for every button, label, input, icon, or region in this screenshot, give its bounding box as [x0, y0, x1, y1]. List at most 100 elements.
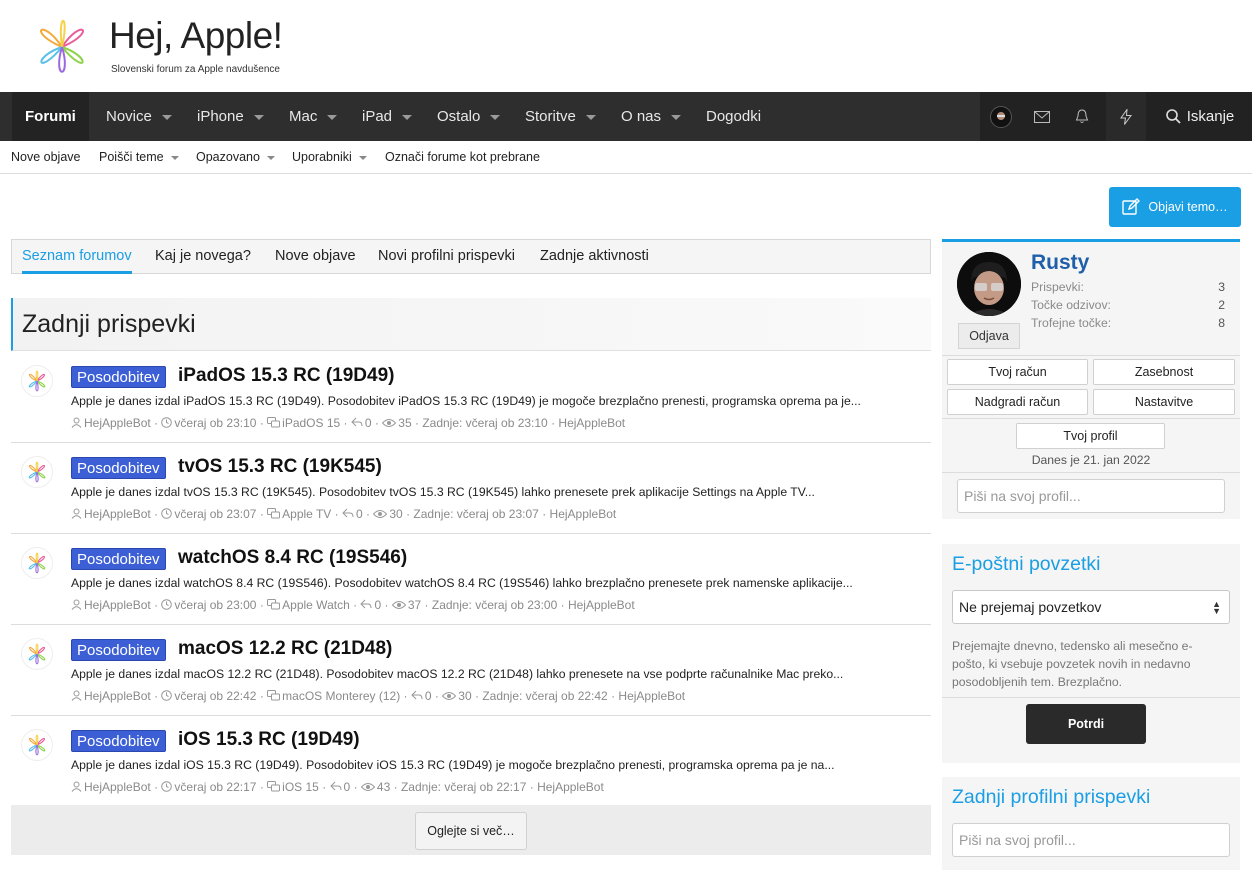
nav-item-storitve[interactable]: Storitve	[525, 92, 596, 141]
thread-views: 37	[407, 597, 422, 612]
profile-post-input[interactable]: Piši na svoj profil...	[952, 823, 1230, 857]
account-button[interactable]: Tvoj račun	[947, 359, 1088, 385]
chevron-down-icon[interactable]	[170, 155, 179, 160]
privacy-button[interactable]: Zasebnost	[1093, 359, 1235, 385]
nav-item-o-nas[interactable]: O nas	[621, 92, 682, 141]
view-more-button[interactable]: Oglejte si več…	[415, 812, 527, 850]
upgrade-button[interactable]: Nadgradi račun	[947, 389, 1088, 415]
thread-last-post[interactable]: Zadnje: včeraj ob 23:10	[422, 416, 547, 430]
nav-item-novice[interactable]: Novice	[106, 92, 172, 141]
thread-last-post[interactable]: Zadnje: včeraj ob 23:07	[413, 507, 538, 521]
nav-item-forumi[interactable]: Forumi	[12, 92, 89, 141]
clock-icon	[161, 417, 173, 429]
post-thread-button[interactable]: Objavi temo…	[1109, 187, 1241, 227]
thread-time[interactable]: včeraj ob 23:10	[174, 416, 256, 430]
bot-avatar-icon[interactable]	[21, 456, 53, 488]
subnav-poisci-teme[interactable]: Poišči teme	[99, 141, 179, 173]
thread-title[interactable]: watchOS 8.4 RC (19S546)	[178, 547, 407, 569]
thread-author[interactable]: HejAppleBot	[84, 416, 151, 430]
thread-forum[interactable]: Apple Watch	[282, 598, 350, 612]
thread-forum[interactable]: iPadOS 15	[282, 416, 340, 430]
thread-last-post[interactable]: Zadnje: včeraj ob 22:42	[482, 689, 607, 703]
thread-time[interactable]: včeraj ob 23:00	[174, 598, 256, 612]
alerts-button[interactable]	[1062, 92, 1102, 141]
prefix-badge[interactable]: Posodobitev	[71, 548, 166, 570]
prefix-badge[interactable]: Posodobitev	[71, 730, 166, 752]
thread-time[interactable]: včeraj ob 23:07	[174, 507, 256, 521]
logo-title[interactable]: Hej, Apple!	[109, 15, 283, 57]
nav-item-iphone[interactable]: iPhone	[197, 92, 264, 141]
bot-avatar-icon[interactable]	[21, 365, 53, 397]
thread-last-user[interactable]: HejAppleBot	[558, 416, 625, 430]
tab-kaj-je-novega[interactable]: Kaj je novega?	[155, 240, 251, 273]
chevron-down-icon[interactable]	[266, 155, 275, 160]
nav-item-dogodki[interactable]: Dogodki	[706, 92, 761, 141]
nav-item-label: O nas	[621, 108, 662, 125]
page-title: Zadnji prispevki	[22, 310, 196, 338]
thread-author[interactable]: HejAppleBot	[84, 598, 151, 612]
thread-forum[interactable]: iOS 15	[282, 780, 319, 794]
search-button[interactable]: Iskanje	[1148, 92, 1252, 141]
nav-item-mac[interactable]: Mac	[289, 92, 338, 141]
thread-time[interactable]: včeraj ob 22:17	[174, 780, 256, 794]
thread-title[interactable]: iPadOS 15.3 RC (19D49)	[178, 365, 394, 387]
chevron-down-icon[interactable]	[327, 114, 338, 120]
thread-item[interactable]: Posodobitev tvOS 15.3 RC (19K545) Apple …	[11, 443, 931, 534]
subnav-opazovano[interactable]: Opazovano	[196, 141, 275, 173]
avatar[interactable]	[957, 252, 1021, 316]
chevron-down-icon[interactable]	[358, 155, 367, 160]
tab-zadnje-aktivnosti[interactable]: Zadnje aktivnosti	[540, 240, 649, 273]
profile-post-input[interactable]: Piši na svoj profil...	[957, 479, 1225, 513]
chevron-down-icon[interactable]	[585, 114, 596, 120]
bot-avatar-icon[interactable]	[21, 638, 53, 670]
logo-icon[interactable]	[22, 12, 102, 82]
thread-forum[interactable]: macOS Monterey (12)	[282, 689, 400, 703]
thread-author[interactable]: HejAppleBot	[84, 780, 151, 794]
subnav-uporabniki[interactable]: Uporabniki	[292, 141, 367, 173]
profile-button[interactable]: Tvoj profil	[1016, 423, 1165, 449]
thread-time[interactable]: včeraj ob 22:42	[174, 689, 256, 703]
prefix-badge[interactable]: Posodobitev	[71, 366, 166, 388]
tab-nove-objave[interactable]: Nove objave	[275, 240, 356, 273]
digest-select[interactable]: Ne prejemaj povzetkov ▲ ▼	[952, 590, 1230, 624]
settings-button[interactable]: Nastavitve	[1093, 389, 1235, 415]
prefix-badge[interactable]: Posodobitev	[71, 457, 166, 479]
stat-value: 3	[1218, 280, 1225, 294]
thread-item[interactable]: Posodobitev iOS 15.3 RC (19D49) Apple je…	[11, 716, 931, 807]
thread-title[interactable]: iOS 15.3 RC (19D49)	[178, 729, 360, 751]
thread-item[interactable]: Posodobitev iPadOS 15.3 RC (19D49) Apple…	[11, 352, 931, 443]
account-avatar-button[interactable]	[980, 92, 1022, 141]
subnav-mark-read[interactable]: Označi forume kot prebrane	[385, 141, 540, 173]
thread-title[interactable]: tvOS 15.3 RC (19K545)	[178, 456, 382, 478]
whats-new-button[interactable]	[1106, 92, 1146, 141]
thread-last-post[interactable]: Zadnje: včeraj ob 23:00	[432, 598, 557, 612]
thread-last-user[interactable]: HejAppleBot	[550, 507, 617, 521]
thread-last-user[interactable]: HejAppleBot	[568, 598, 635, 612]
thread-last-user[interactable]: HejAppleBot	[618, 689, 685, 703]
thread-item[interactable]: Posodobitev macOS 12.2 RC (21D48) Apple …	[11, 625, 931, 716]
chevron-down-icon[interactable]	[671, 114, 682, 120]
bot-avatar-icon[interactable]	[21, 729, 53, 761]
thread-author[interactable]: HejAppleBot	[84, 689, 151, 703]
thread-title[interactable]: macOS 12.2 RC (21D48)	[178, 638, 392, 660]
tab-novi-profilni-prispevki[interactable]: Novi profilni prispevki	[378, 240, 515, 273]
chevron-down-icon[interactable]	[402, 114, 413, 120]
thread-forum[interactable]: Apple TV	[282, 507, 331, 521]
inbox-button[interactable]	[1022, 92, 1062, 141]
chevron-down-icon[interactable]	[490, 114, 501, 120]
logout-button[interactable]: Odjava	[958, 323, 1020, 349]
confirm-button[interactable]: Potrdi	[1026, 704, 1146, 744]
chevron-down-icon[interactable]	[253, 114, 264, 120]
subnav-nove-objave[interactable]: Nove objave	[11, 141, 81, 173]
nav-item-ipad[interactable]: iPad	[362, 92, 413, 141]
thread-last-user[interactable]: HejAppleBot	[537, 780, 604, 794]
prefix-badge[interactable]: Posodobitev	[71, 639, 166, 661]
bot-avatar-icon[interactable]	[21, 547, 53, 579]
thread-item[interactable]: Posodobitev watchOS 8.4 RC (19S546) Appl…	[11, 534, 931, 625]
username[interactable]: Rusty	[1031, 251, 1089, 275]
tab-seznam-forumov[interactable]: Seznam forumov	[22, 240, 132, 274]
nav-item-ostalo[interactable]: Ostalo	[437, 92, 501, 141]
thread-author[interactable]: HejAppleBot	[84, 507, 151, 521]
thread-last-post[interactable]: Zadnje: včeraj ob 22:17	[401, 780, 526, 794]
chevron-down-icon[interactable]	[161, 114, 172, 120]
